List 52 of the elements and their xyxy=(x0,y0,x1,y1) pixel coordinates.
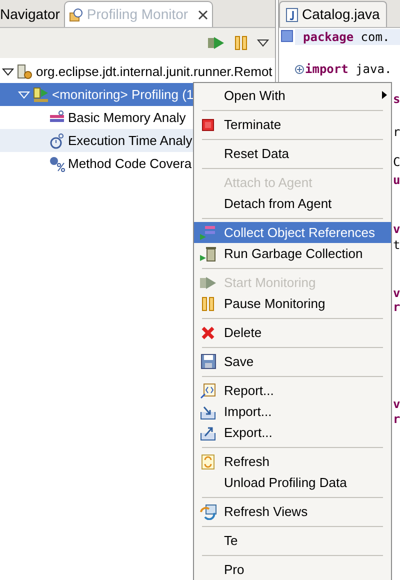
code-fragment: r xyxy=(393,125,400,139)
menu-item[interactable]: Te xyxy=(194,530,391,551)
close-icon[interactable] xyxy=(198,10,208,20)
pause-icon[interactable] xyxy=(235,36,247,50)
menu-item[interactable]: Pause Monitoring xyxy=(194,293,391,314)
code-fragment: r xyxy=(393,300,400,314)
menu-item[interactable]: Refresh xyxy=(194,451,391,472)
delete-icon xyxy=(201,326,215,340)
export-icon xyxy=(200,424,216,440)
code-fragment: s xyxy=(393,92,400,106)
menu-item[interactable]: Unload Profiling Data xyxy=(194,472,391,493)
code-fragment: v xyxy=(393,222,400,236)
pause-icon xyxy=(202,296,214,310)
tree-item[interactable]: org.eclipse.jdt.internal.junit.runner.Remot xyxy=(0,60,275,83)
java-file-icon xyxy=(286,8,298,22)
menu-item[interactable]: Delete xyxy=(194,322,391,343)
references-icon xyxy=(199,224,217,240)
marker-icon xyxy=(281,30,293,42)
menu-item[interactable]: Save xyxy=(194,351,391,372)
monitor-icon xyxy=(33,86,49,102)
code-line: package com. xyxy=(303,29,390,46)
code-fragment: u xyxy=(393,173,400,187)
menu-item[interactable]: Export... xyxy=(194,422,391,443)
save-icon xyxy=(200,354,216,369)
report-icon xyxy=(200,382,216,398)
view-tab[interactable]: Navigator xyxy=(0,1,64,27)
start-monitoring-icon[interactable] xyxy=(207,36,225,50)
code-line: import java. xyxy=(305,61,392,78)
menu-item[interactable]: Run Garbage Collection xyxy=(194,243,391,264)
code-fragment: C xyxy=(393,155,400,169)
refresh-views-icon xyxy=(199,504,217,520)
menu-item[interactable]: Import... xyxy=(194,401,391,422)
start-icon xyxy=(199,276,217,290)
editor-tab[interactable]: Catalog.java xyxy=(279,1,387,27)
code-fragment: t xyxy=(393,238,400,252)
menu-item[interactable]: Refresh Views xyxy=(194,501,391,522)
menu-item[interactable]: Detach from Agent xyxy=(194,193,391,214)
coverage-icon xyxy=(49,156,65,172)
view-menu-icon[interactable] xyxy=(257,39,269,47)
refresh-icon xyxy=(201,454,215,470)
trash-icon xyxy=(199,246,217,262)
import-icon xyxy=(200,404,216,420)
menu-item[interactable]: Pro xyxy=(194,559,391,580)
menu-item[interactable]: Collect Object References xyxy=(194,222,391,243)
menu-item[interactable]: Report... xyxy=(194,380,391,401)
code-fragment: v xyxy=(393,397,400,411)
code-fragment: r xyxy=(393,412,400,426)
submenu-arrow-icon xyxy=(382,91,387,99)
fold-icon[interactable] xyxy=(295,64,304,74)
stop-icon xyxy=(202,118,214,130)
expand-icon[interactable] xyxy=(2,68,14,76)
code-fragment: v xyxy=(393,286,400,300)
